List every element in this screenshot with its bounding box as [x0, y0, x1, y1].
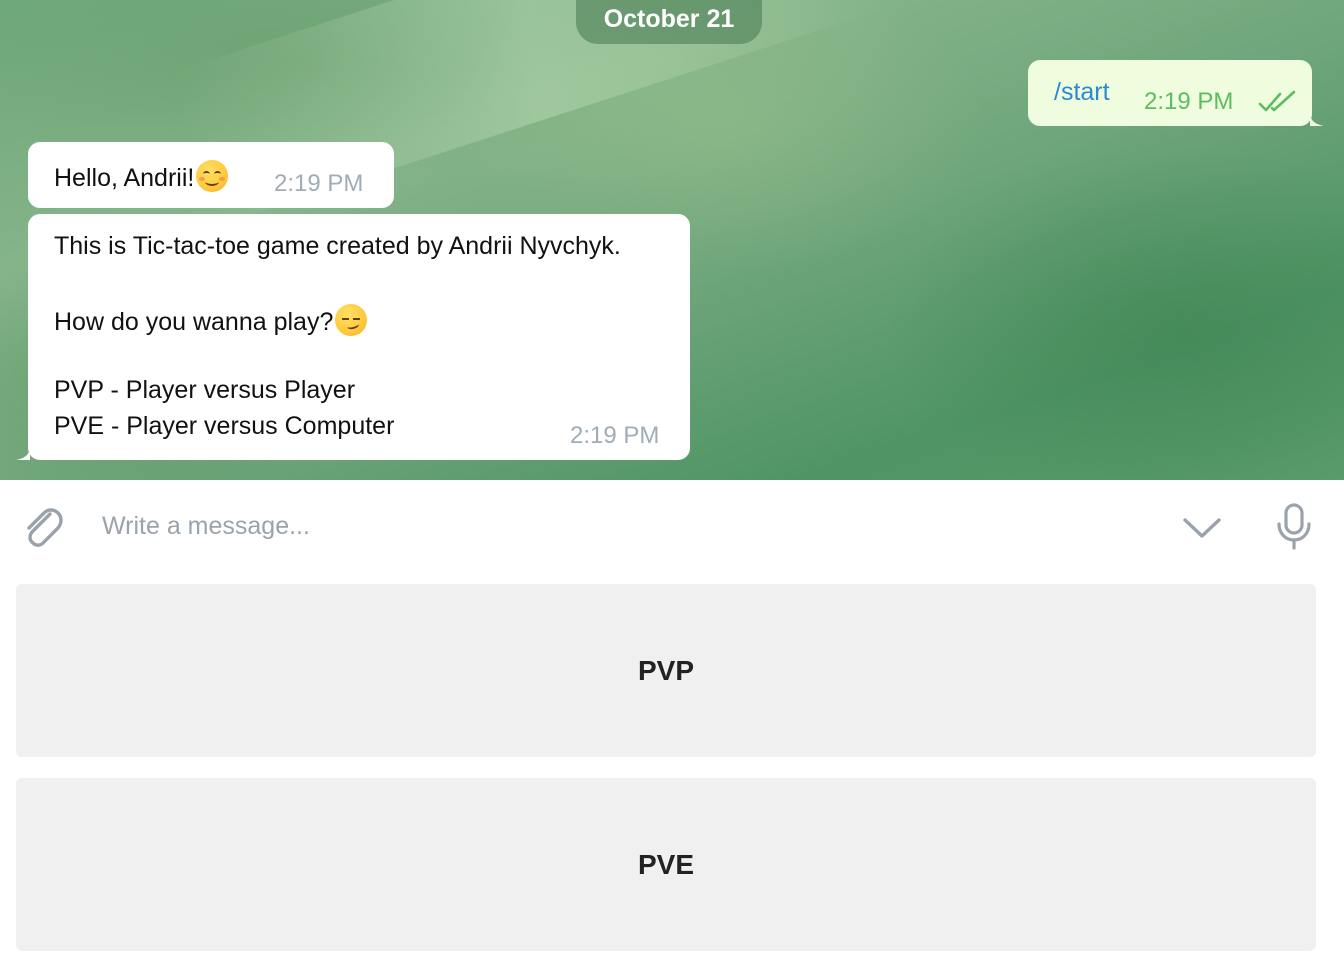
telegram-chat-window: October 21 /start 2:19 PM Hello, Andrii!…	[0, 0, 1344, 958]
message-text: Hello, Andrii!	[54, 160, 229, 193]
chevron-down-icon[interactable]	[1182, 516, 1222, 540]
message-line: How do you wanna play?	[54, 304, 368, 337]
smiling-face-emoji	[196, 160, 229, 192]
message-line-text: How do you wanna play?	[54, 308, 334, 336]
microphone-icon[interactable]	[1274, 502, 1314, 552]
message-line: PVE - Player versus Computer	[54, 412, 395, 440]
outgoing-message[interactable]: /start 2:19 PM	[1028, 60, 1324, 126]
command-link[interactable]: /start	[1054, 78, 1110, 107]
message-line: This is Tic-tac-toe game created by Andr…	[54, 232, 621, 260]
message-line: PVP - Player versus Player	[54, 376, 356, 404]
chat-history[interactable]: October 21 /start 2:19 PM Hello, Andrii!…	[0, 0, 1344, 480]
bubble-tail	[1310, 112, 1324, 126]
message-composer	[0, 480, 1344, 574]
message-time: 2:19 PM	[570, 422, 660, 449]
message-text-content: Hello, Andrii!	[54, 164, 195, 192]
smirking-face-emoji	[335, 304, 368, 336]
message-time: 2:19 PM	[274, 170, 364, 197]
pvp-button[interactable]: PVP	[16, 584, 1316, 757]
pve-button[interactable]: PVE	[16, 778, 1316, 951]
bubble-tail	[16, 446, 30, 460]
paperclip-icon[interactable]	[20, 502, 64, 550]
message-time: 2:19 PM	[1144, 88, 1234, 115]
message-input[interactable]	[102, 504, 1142, 548]
incoming-message[interactable]: This is Tic-tac-toe game created by Andr…	[16, 214, 690, 460]
reply-keyboard: PVP PVE	[0, 574, 1344, 958]
date-separator: October 21	[576, 0, 762, 44]
double-check-icon	[1258, 90, 1296, 112]
incoming-message[interactable]: Hello, Andrii! 2:19 PM	[28, 142, 394, 208]
